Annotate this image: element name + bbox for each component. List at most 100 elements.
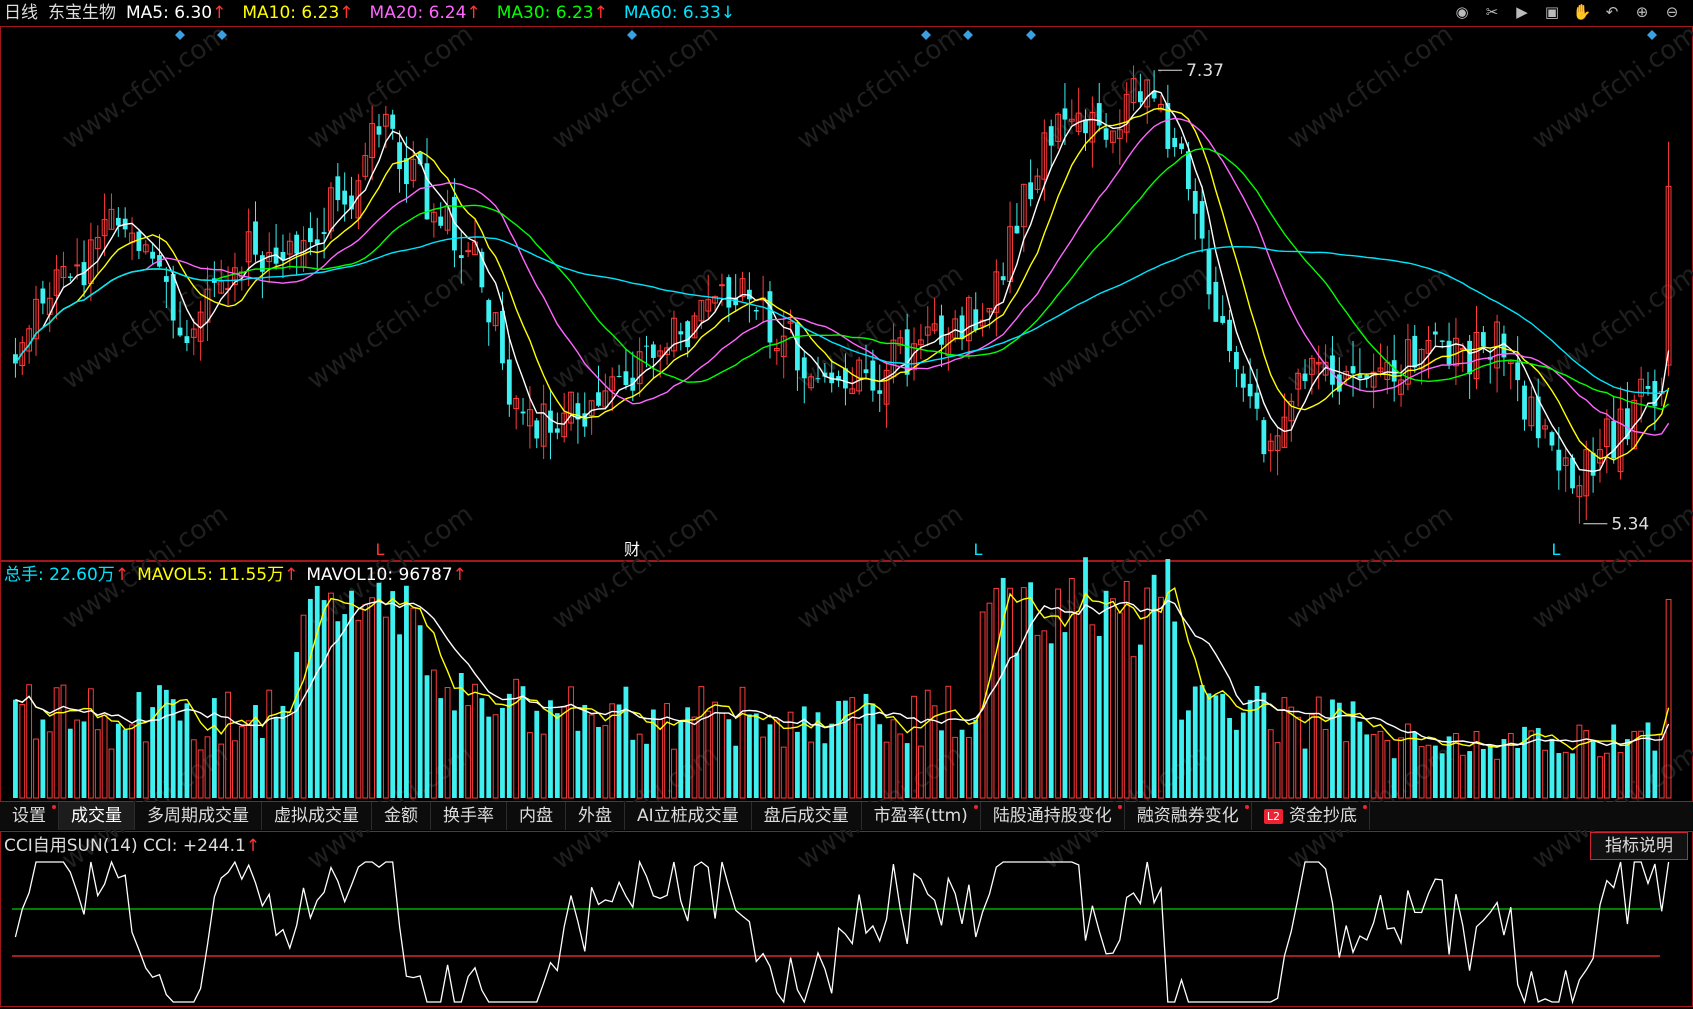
volume-bar: [1308, 714, 1315, 799]
volume-bar: [376, 582, 382, 798]
mavol10-line: [15, 599, 1670, 747]
tab-12[interactable]: 融资融券变化: [1125, 802, 1252, 830]
notification-dot: [1362, 805, 1367, 809]
volume-bar: [259, 737, 265, 798]
volume-bar: [1467, 751, 1473, 798]
tab-13[interactable]: L2 资金抄底: [1252, 802, 1370, 830]
volume-bar: [1288, 706, 1295, 799]
candle-body: [1570, 457, 1575, 489]
candle-body: [1179, 143, 1184, 150]
candle-body: [486, 300, 492, 323]
candle-body: [1028, 182, 1034, 200]
volume-bar: [746, 714, 752, 798]
volume-bar: [314, 585, 320, 798]
candle-body: [520, 411, 526, 414]
tab-0[interactable]: 设置: [0, 802, 59, 830]
tab-11[interactable]: 陆股通持股变化: [981, 802, 1125, 830]
volume-bar: [1261, 692, 1267, 798]
volume-bar: [500, 707, 505, 798]
volume-bar: [1206, 693, 1212, 798]
tab-7[interactable]: 外盘: [566, 802, 625, 830]
volume-bar: [795, 731, 800, 798]
cci-title: CCI自用SUN(14): [4, 836, 138, 856]
volume-bar: [1576, 724, 1583, 799]
volume-bar: [232, 740, 238, 799]
notification-dot: [1117, 805, 1122, 809]
indicator-help-button[interactable]: 指标说明: [1590, 832, 1688, 860]
event-diamond-icon: [175, 30, 185, 40]
watermark: www.cfchi.com: [1527, 19, 1693, 155]
tab-2[interactable]: 多周期成交量: [135, 802, 262, 830]
candle-body: [1014, 225, 1020, 234]
volume-bar: [382, 616, 389, 799]
mavol10-label: MAVOL10:: [306, 565, 394, 585]
volume-bar: [904, 743, 910, 798]
candle-body: [1302, 373, 1308, 381]
candle-body: [1446, 340, 1452, 365]
tab-label: 多周期成交量: [147, 806, 249, 826]
candle-body: [1522, 385, 1527, 420]
volume-bar: [1494, 758, 1500, 799]
candle-body: [184, 336, 190, 344]
volume-bar: [1281, 697, 1288, 799]
volume-bar: [60, 684, 67, 799]
tab-6[interactable]: 内盘: [507, 802, 566, 830]
tab-label: 设置: [12, 806, 46, 826]
tab-9[interactable]: 盘后成交量: [752, 802, 862, 830]
volume-bar: [1247, 699, 1253, 798]
tab-3[interactable]: 虚拟成交量: [262, 802, 372, 830]
candle-body: [294, 234, 300, 254]
volume-bar: [40, 719, 46, 798]
volume-bar: [245, 720, 252, 799]
volume-bar: [760, 736, 767, 799]
volume-bar: [1048, 643, 1054, 798]
candle-body: [650, 344, 656, 358]
watermark: www.cfchi.com: [1282, 499, 1459, 635]
candle-body: [1000, 276, 1006, 281]
candle-body: [616, 376, 622, 378]
tab-8[interactable]: AI立桩成交量: [625, 802, 752, 830]
event-marker: 财: [624, 540, 640, 559]
tab-5[interactable]: 换手率: [431, 802, 507, 830]
candle-body: [465, 250, 472, 253]
watermark: www.cfchi.com: [1037, 259, 1214, 395]
volume-bar: [1123, 581, 1130, 799]
candle-body: [163, 276, 169, 282]
notification-dot: [52, 805, 56, 809]
tab-label: 换手率: [443, 806, 494, 826]
volume-bar: [1254, 686, 1260, 798]
volume-bar: [1391, 758, 1397, 798]
volume-bar: [1234, 729, 1239, 798]
candle-body: [307, 228, 313, 243]
tab-4[interactable]: 金额: [372, 802, 431, 830]
candle-body: [1062, 108, 1068, 120]
volume-bar: [1103, 590, 1109, 798]
volume-bar: [1343, 741, 1350, 799]
volume-bar: [362, 604, 369, 799]
volume-bar: [678, 721, 684, 798]
volume-bar: [973, 719, 979, 798]
volume-bar: [1034, 634, 1041, 799]
tab-label: 盘后成交量: [763, 806, 849, 826]
watermark: www.cfchi.com: [57, 19, 234, 155]
volume-bar: [266, 689, 273, 799]
candle-body: [1467, 340, 1473, 375]
candle-body: [1439, 340, 1445, 342]
low-price-label: 5.34: [1611, 515, 1649, 535]
volume-bar: [616, 704, 622, 798]
volume-bar: [1562, 751, 1569, 799]
volume-bar: [1652, 750, 1658, 798]
volume-bar: [1179, 719, 1184, 798]
volume-bar: [33, 738, 39, 799]
tab-10[interactable]: 市盈率(ttm): [862, 802, 981, 830]
volume-bar: [1075, 611, 1082, 799]
volume-bar: [1611, 724, 1617, 798]
candle-body: [397, 142, 402, 170]
volume-bar: [959, 729, 965, 798]
candle-body: [1480, 332, 1486, 347]
tab-1[interactable]: 成交量: [59, 802, 135, 830]
volume-bar: [53, 687, 60, 799]
tab-label: 外盘: [578, 806, 612, 826]
volume-bar: [1007, 587, 1013, 799]
volume-bar: [472, 683, 478, 799]
